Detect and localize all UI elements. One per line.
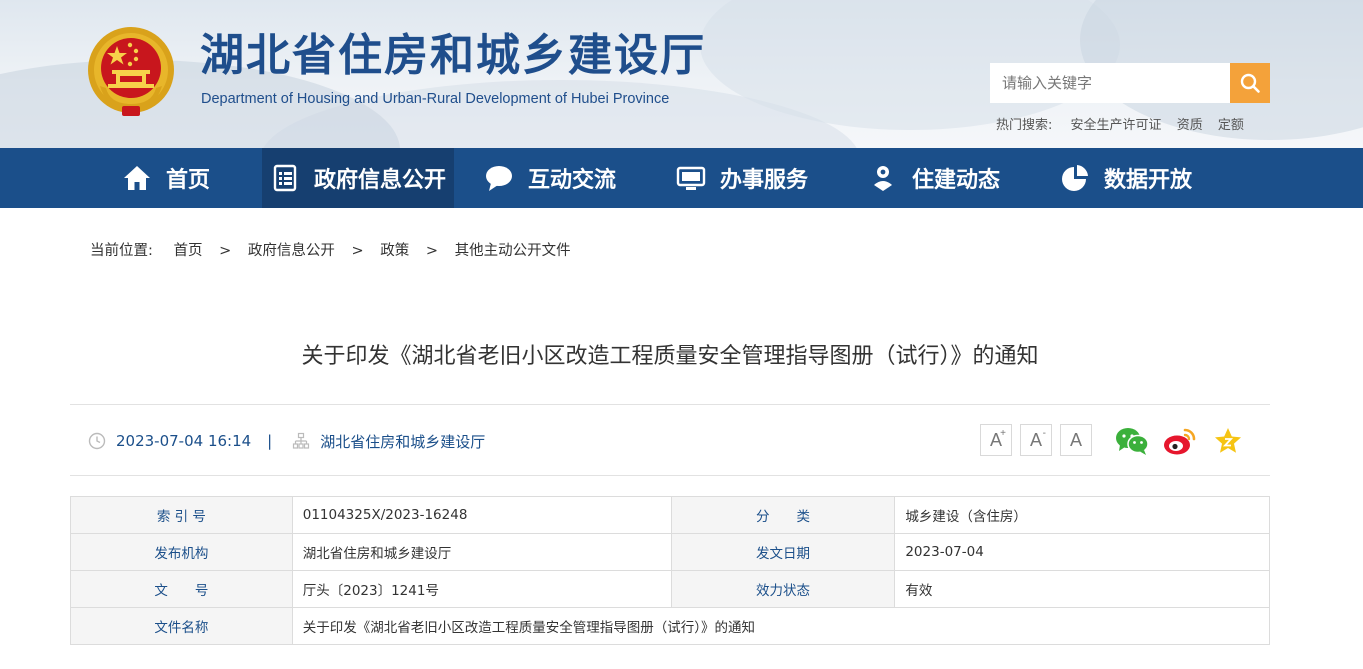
breadcrumb-separator: > [425,243,439,259]
meta-divider: | [267,432,273,450]
font-decrease-label: A [1029,429,1042,450]
font-increase-button[interactable]: A + [980,424,1012,456]
home-icon [122,163,152,193]
breadcrumb: 当前位置: 首页 > 政府信息公开 > 政策 > 其他主动公开文件 [90,239,571,260]
info-key: 效力状态 [670,570,896,608]
breadcrumb-separator: > [351,243,364,259]
font-increase-mark: + [1000,428,1006,439]
info-key: 分 类 [670,496,896,534]
info-value: 01104325X/2023-16248 [291,496,672,534]
hot-search-link[interactable]: 定额 [1218,118,1244,133]
clock-icon [88,432,106,450]
table-row: 文件名称 关于印发《湖北省老旧小区改造工程质量安全管理指导图册（试行）》的通知 [70,607,1271,645]
nav-item-services[interactable]: 办事服务 [646,148,838,208]
info-key: 文 号 [70,570,293,608]
nav-item-label: 数据开放 [1103,168,1192,193]
site-header: 湖北省住房和城乡建设厅 Department of Housing and Ur… [0,0,1363,148]
info-value: 2023-07-04 [894,533,1270,571]
article-title: 关于印发《湖北省老旧小区改造工程质量安全管理指导图册（试行）》的通知 [301,344,1039,369]
info-key: 发布机构 [70,533,293,571]
main-nav: 首页 政府信息公开 互动交流 办事服务 住建动态 数据开放 [0,148,1363,208]
nav-item-open-data[interactable]: 数据开放 [1030,148,1222,208]
info-value: 有效 [894,570,1270,608]
table-row: 索 引 号 01104325X/2023-16248 分 类 城乡建设（含住房） [70,496,1270,534]
article-meta: 2023-07-04 16:14 | 湖北省住房和城乡建设厅 [88,428,485,454]
search-icon [1240,73,1260,93]
organization-icon [292,432,310,450]
share-weibo-button[interactable] [1163,424,1197,458]
share-tools [1115,424,1259,458]
favorite-button[interactable] [1211,424,1245,458]
info-value: 厅头〔2023〕1241号 [291,570,672,608]
info-value: 湖北省住房和城乡建设厅 [291,533,672,571]
chat-bubble-icon [484,163,514,193]
info-value: 关于印发《湖北省老旧小区改造工程质量安全管理指导图册（试行）》的通知 [291,607,1271,645]
wechat-icon [1116,428,1149,455]
table-row: 文 号 厅头〔2023〕1241号 效力状态 有效 [70,570,1270,608]
search-box [990,63,1270,103]
breadcrumb-other-files[interactable]: 其他主动公开文件 [455,243,571,259]
site-title: 湖北省住房和城乡建设厅 [200,30,706,81]
monitor-icon [676,163,706,193]
font-reset-label: A [1069,429,1082,450]
info-value: 城乡建设（含住房） [894,496,1270,534]
nav-item-interaction[interactable]: 互动交流 [454,148,646,208]
font-size-tools: A + A- A [980,424,1100,456]
divider [70,404,1270,405]
font-decrease-button[interactable]: A- [1020,424,1052,456]
nav-item-label: 住建动态 [911,168,1000,193]
favorite-star-icon [1215,428,1241,453]
person-pin-icon [868,163,898,193]
article-datetime: 2023-07-04 16:14 [116,432,252,450]
table-row: 发布机构 湖北省住房和城乡建设厅 发文日期 2023-07-04 [70,533,1270,571]
divider [70,475,1270,476]
hot-search-link[interactable]: 安全生产许可证 [1071,118,1162,133]
nav-item-gov-info[interactable]: 政府信息公开 [262,148,454,208]
site-subtitle: Department of Housing and Urban-Rural De… [201,91,670,107]
nav-item-label: 首页 [165,168,210,193]
breadcrumb-home[interactable]: 首页 [174,243,203,259]
nav-item-home[interactable]: 首页 [70,148,262,208]
breadcrumb-gov-info[interactable]: 政府信息公开 [248,243,335,259]
font-reset-button[interactable]: A [1060,424,1092,456]
pie-chart-icon [1060,163,1090,193]
breadcrumb-policy[interactable]: 政策 [380,243,409,259]
hot-search-label: 热门搜索: [996,118,1053,133]
hot-search-link[interactable]: 资质 [1177,118,1203,133]
weibo-icon [1164,428,1196,455]
article-source: 湖北省住房和城乡建设厅 [320,432,486,451]
document-info-table: 索 引 号 01104325X/2023-16248 分 类 城乡建设（含住房）… [70,496,1271,645]
font-decrease-mark: - [1042,428,1046,439]
share-wechat-button[interactable] [1115,424,1149,458]
nav-item-label: 办事服务 [719,168,808,193]
hot-search: 热门搜索: 安全生产许可证 资质 定额 [996,114,1255,133]
document-list-icon [270,163,300,193]
nav-item-label: 互动交流 [527,168,616,193]
search-input[interactable] [990,63,1230,103]
breadcrumb-separator: > [219,243,232,259]
search-button[interactable] [1230,63,1270,103]
info-key: 文件名称 [70,607,293,645]
nav-item-news[interactable]: 住建动态 [838,148,1030,208]
info-key: 发文日期 [670,533,896,571]
info-key: 索 引 号 [70,496,293,534]
breadcrumb-label: 当前位置: [90,243,153,259]
national-emblem-icon [88,27,174,116]
nav-item-label: 政府信息公开 [313,168,446,193]
